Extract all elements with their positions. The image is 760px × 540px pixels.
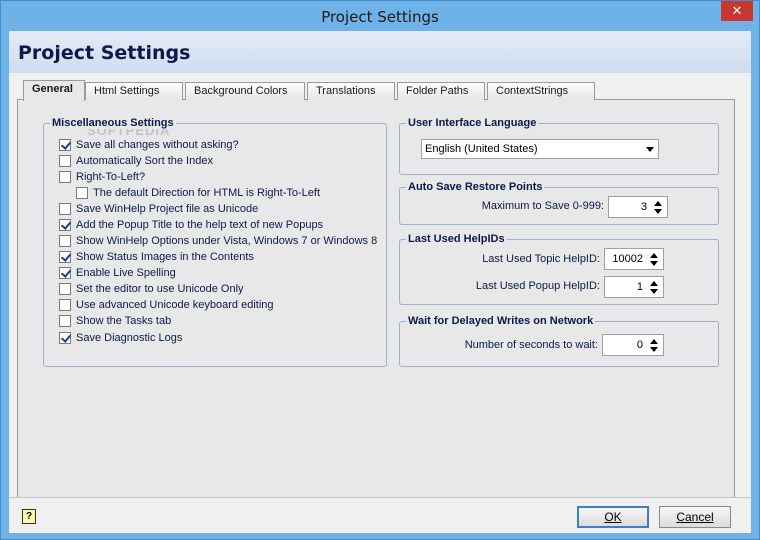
checkbox-show-winhelp-options[interactable]: Show WinHelp Options under Vista, Window… [59,234,377,248]
checkbox-add-popup-title[interactable]: Add the Popup Title to the help text of … [59,218,323,232]
checkbox-box[interactable] [59,315,71,327]
wait-seconds-label: Number of seconds to wait: [464,339,598,351]
ui-language-group: User Interface Language English (United … [399,117,719,175]
checkbox-save-diagnostic-logs[interactable]: Save Diagnostic Logs [59,331,182,345]
group-title: Wait for Delayed Writes on Network [406,315,596,327]
button-bar: ? OK Cancel [9,497,751,533]
checkbox-label: Save Diagnostic Logs [76,332,183,344]
checkbox-label: The default Direction for HTML is Right-… [93,187,321,199]
language-select-value: English (United States) [425,143,538,155]
tab-contextstrings[interactable]: ContextStrings [487,82,595,100]
spin-up-icon[interactable] [650,253,658,258]
header-band: Project Settings [9,31,751,73]
checkbox-unicode-only[interactable]: Set the editor to use Unicode Only [59,282,244,296]
checkbox-label: Show Status Images in the Contents [76,251,254,263]
helpids-group: Last Used HelpIDs Last Used Topic HelpID… [399,233,719,305]
checkbox-label: Add the Popup Title to the help text of … [76,219,324,231]
dialog-client: Project Settings General Html Settings B… [9,31,751,533]
group-title: Auto Save Restore Points [406,181,545,193]
checkbox-box[interactable] [59,267,71,279]
spin-down-icon[interactable] [650,261,658,266]
group-title: Last Used HelpIDs [406,233,507,245]
delayed-writes-group: Wait for Delayed Writes on Network Numbe… [399,315,719,367]
checkbox-box[interactable] [59,251,71,263]
checkbox-label: Set the editor to use Unicode Only [76,283,244,295]
spin-up-icon[interactable] [650,281,658,286]
checkbox-save-winhelp-unicode[interactable]: Save WinHelp Project file as Unicode [59,202,258,216]
spin-up-icon[interactable] [650,339,658,344]
tab-html-settings[interactable]: Html Settings [85,82,183,100]
checkbox-default-direction-rtl[interactable]: The default Direction for HTML is Right-… [76,186,320,200]
max-save-label: Maximum to Save 0-999: [481,200,604,212]
checkbox-advanced-unicode-keyboard[interactable]: Use advanced Unicode keyboard editing [59,298,274,312]
window-title: Project Settings [321,8,439,26]
checkbox-box[interactable] [59,283,71,295]
checkbox-label: Enable Live Spelling [76,267,176,279]
title-bar[interactable]: Project Settings ✕ [1,1,759,31]
chevron-down-icon[interactable] [646,147,654,152]
tab-folder-paths[interactable]: Folder Paths [397,82,485,100]
tab-general[interactable]: General [23,80,85,101]
checkbox-label: Save all changes without asking? [76,139,239,151]
checkbox-box[interactable] [76,187,88,199]
topic-helpid-label: Last Used Topic HelpID: [482,253,600,265]
max-save-value: 3 [640,201,647,213]
close-button[interactable]: ✕ [721,1,753,21]
checkbox-box[interactable] [59,219,71,231]
tab-background-colors[interactable]: Background Colors [185,82,305,100]
wait-seconds-value: 0 [636,339,643,351]
checkbox-box[interactable] [59,299,71,311]
page-title: Project Settings [18,42,191,64]
auto-save-group: Auto Save Restore Points Maximum to Save… [399,181,719,225]
checkbox-save-without-asking[interactable]: Save all changes without asking? [59,138,239,152]
group-title: Miscellaneous Settings [50,117,176,129]
checkbox-box[interactable] [59,155,71,167]
popup-helpid-label: Last Used Popup HelpID: [475,280,600,292]
checkbox-show-tasks-tab[interactable]: Show the Tasks tab [59,314,171,328]
checkbox-right-to-left[interactable]: Right-To-Left? [59,170,145,184]
checkbox-label: Right-To-Left? [76,171,146,183]
spin-down-icon[interactable] [654,209,662,214]
checkbox-box[interactable] [59,235,71,247]
checkbox-auto-sort-index[interactable]: Automatically Sort the Index [59,154,213,168]
checkbox-box[interactable] [59,171,71,183]
checkbox-label: Use advanced Unicode keyboard editing [76,299,274,311]
topic-helpid-spinner[interactable]: 10002 [604,248,664,270]
popup-helpid-value: 1 [636,281,643,293]
spin-up-icon[interactable] [654,201,662,206]
dialog-window: Project Settings ✕ Project Settings Gene… [0,0,760,540]
topic-helpid-value: 10002 [612,253,643,265]
group-title: User Interface Language [406,117,539,129]
tab-translations[interactable]: Translations [307,82,395,100]
spin-down-icon[interactable] [650,347,658,352]
language-select[interactable]: English (United States) [421,139,659,159]
max-save-spinner[interactable]: 3 [608,196,668,218]
popup-helpid-spinner[interactable]: 1 [604,276,664,298]
help-icon[interactable]: ? [22,509,36,524]
checkbox-show-status-images[interactable]: Show Status Images in the Contents [59,250,254,264]
misc-settings-group: Miscellaneous Settings Save all changes … [43,117,387,367]
checkbox-live-spelling[interactable]: Enable Live Spelling [59,266,176,280]
checkbox-box[interactable] [59,139,71,151]
checkbox-label: Show WinHelp Options under Vista, Window… [76,235,378,247]
ok-button[interactable]: OK [577,506,649,528]
checkbox-label: Show the Tasks tab [76,315,172,327]
cancel-button[interactable]: Cancel [659,506,731,528]
spin-down-icon[interactable] [650,289,658,294]
checkbox-box[interactable] [59,203,71,215]
checkbox-box[interactable] [59,332,71,344]
checkbox-label: Save WinHelp Project file as Unicode [76,203,259,215]
checkbox-label: Automatically Sort the Index [76,155,213,167]
wait-seconds-spinner[interactable]: 0 [602,334,664,356]
